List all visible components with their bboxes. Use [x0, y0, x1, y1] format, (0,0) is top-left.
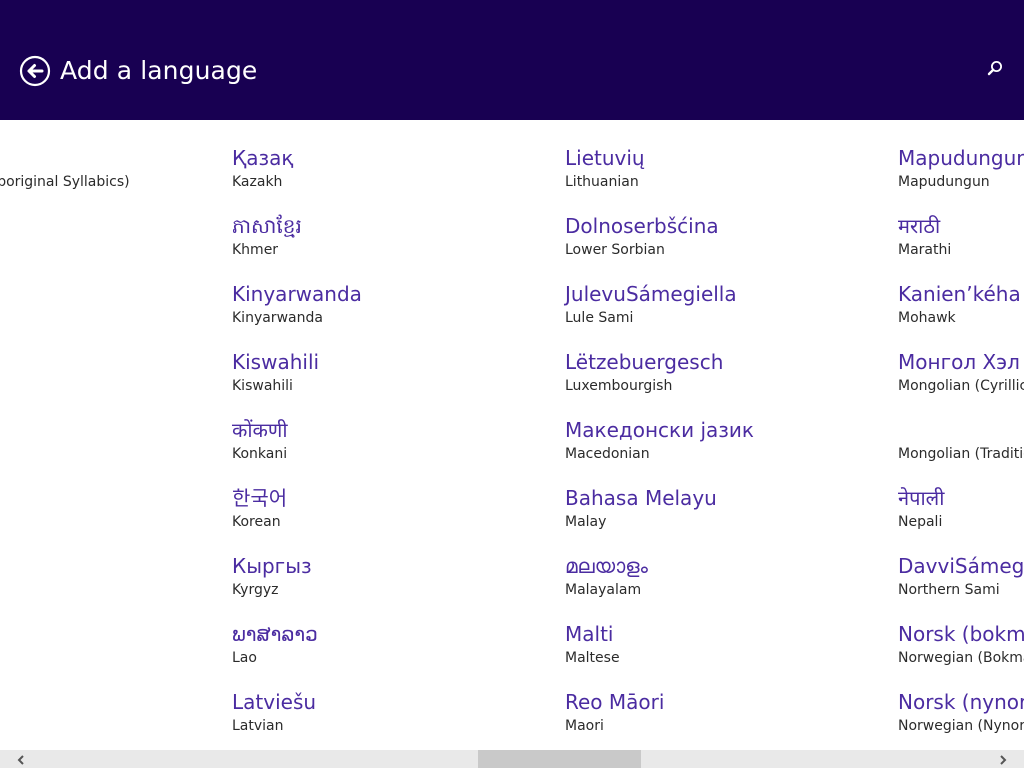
language-english-name: Mongolian (Cyrillic): [898, 378, 1024, 394]
language-english-name: Mohawk: [898, 310, 956, 326]
language-native-name: മലയാളം: [565, 554, 648, 578]
language-native-name: ພາສາລາວ: [232, 622, 318, 646]
language-native-name: Mapudungun: [898, 146, 1024, 170]
language-native-name: Latviešu: [232, 690, 317, 714]
chevron-left-icon: [17, 755, 24, 765]
language-native-name: Қазақ: [232, 146, 294, 170]
scroll-right-button[interactable]: [990, 750, 1016, 768]
language-english-name: Lower Sorbian: [565, 242, 665, 258]
language-english-name: Norwegian (Bokmål): [898, 650, 1024, 666]
language-native-name: कोंकणी: [232, 418, 288, 442]
language-native-name: 한국어: [232, 486, 288, 510]
language-english-name: Marathi: [898, 242, 952, 258]
language-native-name: Македонски јазик: [565, 418, 754, 442]
language-native-name: Kanien’kéha: [898, 282, 1021, 306]
language-native-name: Bahasa Melayu: [565, 486, 717, 510]
language-item[interactable]: Norsk (bokmål) Norwegian (Bokmål): [898, 620, 1024, 688]
scroll-left-button[interactable]: [8, 750, 34, 768]
language-english-name: Mapudungun: [898, 174, 990, 190]
language-native-name: Монгол Хэл: [898, 350, 1020, 374]
language-english-name: Lule Sami: [565, 310, 634, 326]
language-native-name: Norsk (nynorsk): [898, 690, 1024, 714]
scroll-thumb[interactable]: [478, 750, 641, 768]
language-english-name: Khmer: [232, 242, 279, 258]
language-native-name: JulevuSámegiella: [565, 282, 737, 306]
language-english-name: Malay: [565, 514, 607, 530]
language-english-name: Kyrgyz: [232, 582, 279, 598]
language-native-name: Lietuvių: [565, 146, 645, 170]
language-item[interactable]: Reo Māori Maori: [565, 688, 885, 750]
language-english-name: Northern Sami: [898, 582, 1000, 598]
language-native-name: DavviSámegiella: [898, 554, 1024, 578]
language-english-name: Korean: [232, 514, 281, 530]
language-native-name: Lëtzebuergesch: [565, 350, 724, 374]
language-english-name: Macedonian: [565, 446, 650, 462]
language-item[interactable]: मराठी Marathi: [898, 212, 1024, 280]
language-item[interactable]: Norsk (nynorsk) Norwegian (Nynorsk): [898, 688, 1024, 750]
language-item[interactable]: ພາສາລາວ Lao: [232, 620, 552, 688]
language-native-name: नेपाली: [898, 486, 945, 510]
language-item[interactable]: Mapudungun Mapudungun: [898, 144, 1024, 212]
language-item[interactable]: Lëtzebuergesch Luxembourgish: [565, 348, 885, 416]
language-english-name: Luxembourgish: [565, 378, 673, 394]
language-english-name: Kinyarwanda: [232, 310, 323, 326]
language-item[interactable]: कोंकणी Konkani: [232, 416, 552, 484]
search-icon: [987, 61, 1002, 76]
language-item[interactable]: DavviSámegiella Northern Sami: [898, 552, 1024, 620]
language-item[interactable]: Кыргыз Kyrgyz: [232, 552, 552, 620]
language-item[interactable]: Malti Maltese: [565, 620, 885, 688]
language-english-name: Norwegian (Nynorsk): [898, 718, 1024, 734]
language-item[interactable]: Lietuvių Lithuanian: [565, 144, 885, 212]
language-item[interactable]: 한국어 Korean: [232, 484, 552, 552]
language-column: Қазақ Kazakh ភាសាខ្មែរ Khmer Kinyarwanda…: [232, 144, 552, 750]
language-native-name: ភាសាខ្មែរ: [232, 214, 302, 238]
language-english-name: Lithuanian: [565, 174, 639, 190]
language-native-name: Reo Māori: [565, 690, 665, 714]
language-english-name: Inuktitut (Canadian Aboriginal Syllabics…: [0, 174, 130, 190]
language-item[interactable]: Bahasa Melayu Malay: [565, 484, 885, 552]
chevron-right-icon: [1000, 755, 1007, 765]
language-native-name: Kiswahili: [232, 350, 320, 374]
language-english-name: Maltese: [565, 650, 620, 666]
language-item[interactable]: Қазақ Kazakh: [232, 144, 552, 212]
language-column: Inuktitut (Canadian Aboriginal Syllabics…: [0, 144, 208, 212]
language-native-name: Dolnoserbšćina: [565, 214, 719, 238]
language-item[interactable]: Dolnoserbšćina Lower Sorbian: [565, 212, 885, 280]
language-native-name: Кыргыз: [232, 554, 312, 578]
language-item[interactable]: नेपाली Nepali: [898, 484, 1024, 552]
language-list: Inuktitut (Canadian Aboriginal Syllabics…: [0, 120, 1024, 750]
language-item[interactable]: Kanien’kéha Mohawk: [898, 280, 1024, 348]
language-native-name: Norsk (bokmål): [898, 622, 1024, 646]
language-item[interactable]: മലയാളം Malayalam: [565, 552, 885, 620]
language-item[interactable]: JulevuSámegiella Lule Sami: [565, 280, 885, 348]
page-title: Add a language: [60, 56, 258, 85]
language-english-name: Maori: [565, 718, 604, 734]
language-english-name: Lao: [232, 650, 257, 666]
language-english-name: Malayalam: [565, 582, 642, 598]
app-header: Add a language: [0, 0, 1024, 120]
horizontal-scrollbar[interactable]: [0, 750, 1024, 768]
language-item[interactable]: Mongolian (Traditional Mongolian): [898, 416, 1024, 484]
language-column: Mapudungun Mapudungun मराठी Marathi Kani…: [898, 144, 1024, 750]
language-item[interactable]: Монгол Хэл Mongolian (Cyrillic): [898, 348, 1024, 416]
language-item[interactable]: Latviešu Latvian: [232, 688, 552, 750]
language-item[interactable]: Kiswahili Kiswahili: [232, 348, 552, 416]
language-native-name: मराठी: [898, 214, 941, 238]
language-item[interactable]: ភាសាខ្មែរ Khmer: [232, 212, 552, 280]
language-english-name: Kazakh: [232, 174, 283, 190]
language-native-name: Malti: [565, 622, 614, 646]
back-button[interactable]: [19, 55, 51, 87]
language-item[interactable]: Kinyarwanda Kinyarwanda: [232, 280, 552, 348]
language-item[interactable]: Inuktitut (Canadian Aboriginal Syllabics…: [0, 144, 208, 212]
language-english-name: Mongolian (Traditional Mongolian): [898, 446, 1024, 462]
language-english-name: Konkani: [232, 446, 288, 462]
language-native-name: Kinyarwanda: [232, 282, 362, 306]
language-english-name: Latvian: [232, 718, 284, 734]
back-arrow-circle-icon: [19, 55, 51, 87]
language-english-name: Kiswahili: [232, 378, 293, 394]
language-english-name: Nepali: [898, 514, 943, 530]
search-button[interactable]: [984, 58, 1006, 80]
language-item[interactable]: Македонски јазик Macedonian: [565, 416, 885, 484]
language-column: Lietuvių Lithuanian Dolnoserbšćina Lower…: [565, 144, 885, 750]
